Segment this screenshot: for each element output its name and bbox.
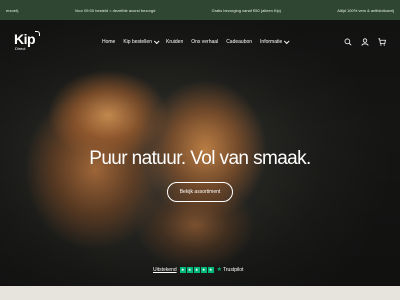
nav-cadeaubon-label: Cadeaubon [226,39,253,45]
star-icon: ★ [207,266,214,273]
next-section-strip [0,286,400,300]
nav-kruiden-label: Kruiden [165,39,184,45]
logo-main: Kip [14,31,36,47]
nav-home[interactable]: Home [102,39,115,45]
search-icon[interactable] [344,38,352,46]
announcement-right: Altijd 100% vers & antibioticavrij [337,7,394,13]
site-header: Kip Direct Home Kip bestellen Kruiden On… [0,20,400,64]
logo[interactable]: Kip Direct [14,31,40,51]
announcement-left: erzoet) [6,7,19,13]
nav-ons-verhaal-label: Ons verhaal [191,39,219,45]
star-icon: ★ [200,266,207,273]
announcement-center-right: Gratis bezorging vanaf €50 (alleen Kip) [211,7,282,13]
chevron-down-icon [284,38,290,45]
nav-home-label: Home [102,39,116,45]
header-actions [344,38,386,46]
trustpilot-widget[interactable]: Uitstekend ★ ★ ★ ★ ★ ★ Trustpilot [153,266,243,273]
trustpilot-brand: ★ Trustpilot [216,266,244,274]
star-icon: ★ [186,266,193,273]
trustpilot-rating-text: Uitstekend [153,266,177,273]
announcement-bar: erzoet) Voor 09:00 besteld = dezelfde av… [0,0,400,20]
chevron-down-icon [153,38,160,45]
shop-assortment-button[interactable]: Bekijk assortiment [167,182,233,202]
trustpilot-brand-label: Trustpilot [223,266,244,273]
star-icon: ★ [193,266,200,273]
cart-icon[interactable] [378,38,386,46]
nav-informatie-label: Informatie [260,39,283,45]
nav-kip-bestellen[interactable]: Kip bestellen [123,38,160,45]
nav-cadeaubon[interactable]: Cadeaubon [226,39,252,45]
nav-informatie[interactable]: Informatie [260,38,290,45]
announcement-center-left: Voor 09:00 besteld = dezelfde avond bezo… [74,7,156,13]
nav-kruiden[interactable]: Kruiden [166,39,183,45]
nav-ons-verhaal[interactable]: Ons verhaal [191,39,218,45]
main-nav: Home Kip bestellen Kruiden Ons verhaal C… [102,38,290,45]
leaf-icon [35,31,40,36]
trustpilot-stars: ★ ★ ★ ★ ★ [179,266,214,273]
star-icon: ★ [179,266,186,273]
hero-headline: Puur natuur. Vol van smaak. [89,148,311,169]
nav-kip-bestellen-label: Kip bestellen [123,39,152,45]
logo-sub: Direct [15,46,26,51]
account-icon[interactable] [361,38,369,46]
trustpilot-star-icon: ★ [216,267,223,273]
